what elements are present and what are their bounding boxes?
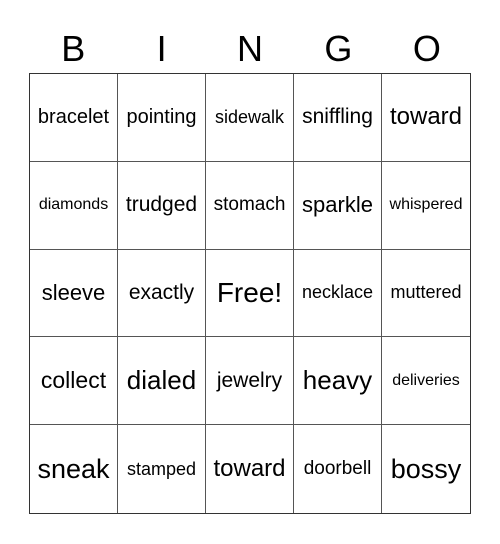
bingo-cell[interactable]: sparkle <box>294 161 382 250</box>
bingo-cell[interactable]: sleeve <box>30 249 118 338</box>
bingo-cell[interactable]: dialed <box>118 337 206 426</box>
bingo-cell[interactable]: deliveries <box>382 337 470 426</box>
bingo-cell[interactable]: sniffling <box>294 74 382 162</box>
free-cell[interactable]: Free! <box>206 249 294 338</box>
header-letter-b: B <box>61 28 86 69</box>
bingo-cell[interactable]: stomach <box>206 161 294 250</box>
bingo-cell[interactable]: pointing <box>118 74 206 162</box>
header-letter-g: G <box>324 28 353 69</box>
bingo-cell[interactable]: necklace <box>294 249 382 338</box>
bingo-cell[interactable]: trudged <box>118 161 206 250</box>
header-letter-n: N <box>237 28 264 69</box>
bingo-cell[interactable]: exactly <box>118 249 206 338</box>
bingo-cell[interactable]: diamonds <box>30 161 118 250</box>
bingo-cell[interactable]: doorbell <box>294 425 382 513</box>
bingo-cell[interactable]: toward <box>382 74 470 162</box>
bingo-cell[interactable]: muttered <box>382 250 470 338</box>
bingo-cell[interactable]: sidewalk <box>206 74 294 162</box>
bingo-cell[interactable]: collect <box>30 337 118 426</box>
bingo-header: B I N G O <box>29 28 471 70</box>
bingo-cell[interactable]: toward <box>206 425 294 513</box>
bingo-cell[interactable]: bossy <box>382 425 470 513</box>
bingo-cell[interactable]: heavy <box>294 337 382 426</box>
header-letter-i: I <box>156 28 167 69</box>
bingo-cell[interactable]: bracelet <box>30 74 118 162</box>
bingo-cell[interactable]: sneak <box>30 425 118 513</box>
bingo-cell[interactable]: jewelry <box>206 337 294 426</box>
bingo-grid: bracelet pointing sidewalk sniffling tow… <box>29 73 471 514</box>
bingo-cell[interactable]: whispered <box>382 162 470 250</box>
header-letter-o: O <box>412 28 441 69</box>
bingo-cell[interactable]: stamped <box>118 425 206 513</box>
